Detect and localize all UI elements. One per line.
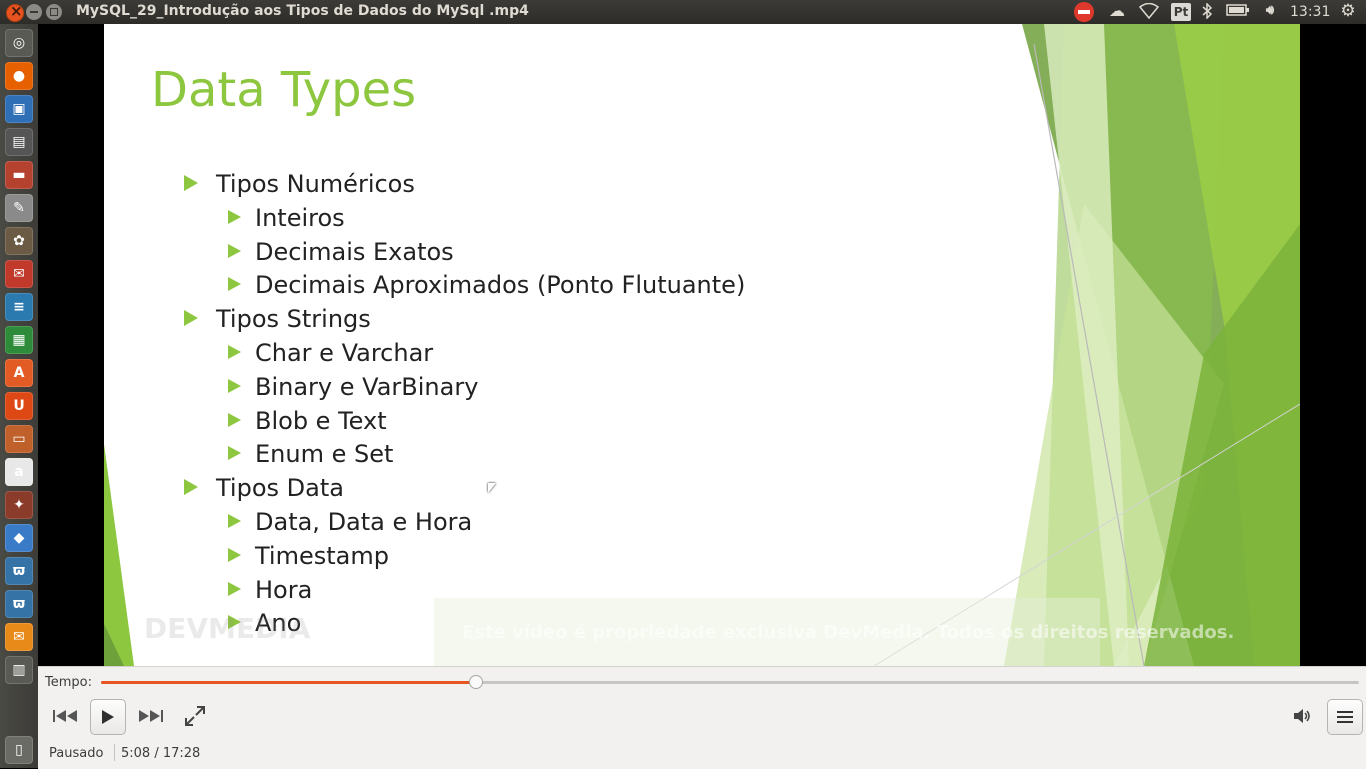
devmedia-watermark-logo: DEVMEDIA — [144, 612, 311, 645]
system-settings-icon[interactable]: ✦ — [5, 491, 33, 519]
playback-status: Pausado — [49, 746, 104, 761]
bullet-text: Blob e Text — [255, 406, 387, 435]
video-area[interactable]: Data Types Tipos Numéricos Inteiros Decima… — [38, 24, 1366, 666]
bullet-level2: Binary e VarBinary — [228, 373, 478, 401]
bullet-arrow-icon — [228, 446, 241, 461]
bullet-arrow-icon — [228, 514, 241, 528]
cloud-icon[interactable]: ☁ — [1106, 1, 1128, 20]
fullscreen-icon[interactable] — [178, 699, 212, 733]
slide: Data Types Tipos Numéricos Inteiros Decima… — [104, 24, 1300, 666]
copyright-watermark: Este vídeo é propriedade exclusiva DevMe… — [462, 622, 1235, 643]
bullet-text: Char e Varchar — [255, 339, 434, 367]
volume-button[interactable] — [1285, 699, 1319, 733]
window-maximize-button[interactable] — [46, 4, 62, 20]
window-close-button[interactable] — [6, 2, 24, 22]
workspace-switcher-icon[interactable]: ▥ — [5, 656, 33, 684]
bullet-arrow-icon — [184, 310, 198, 327]
archive-manager-icon[interactable]: ▬ — [5, 161, 33, 189]
bullet-level1: Tipos Data — [184, 474, 344, 502]
play-button[interactable] — [90, 699, 126, 735]
top-panel: MySQL_29_Introdução aos Tipos de Dados d… — [0, 0, 1366, 24]
volume-icon[interactable]: 🔊︎ — [1259, 3, 1281, 21]
bullet-text: Hora — [255, 575, 313, 604]
bullet-arrow-icon — [228, 345, 241, 359]
writer-icon[interactable]: ≡ — [5, 293, 33, 321]
firefox-icon[interactable]: ● — [5, 62, 33, 90]
menu-button[interactable] — [1327, 699, 1363, 735]
session-gear-icon[interactable]: ⚙ — [1337, 1, 1359, 21]
bullet-level2: Char e Varchar — [228, 339, 433, 367]
python-icon[interactable]: ϖ — [5, 557, 33, 585]
bullet-arrow-icon — [228, 243, 241, 258]
clock[interactable]: 13:31 — [1290, 4, 1330, 22]
bullet-arrow-icon — [228, 277, 241, 292]
bullet-level2: Data, Data e Hora — [228, 508, 472, 536]
cube-app-icon[interactable]: ◆ — [5, 524, 33, 552]
bullet-arrow-icon — [228, 547, 241, 562]
ubuntu-one-icon[interactable]: U — [5, 392, 33, 420]
bullet-text: Timestamp — [255, 541, 389, 570]
window-title: MySQL_29_Introdução aos Tipos de Dados d… — [76, 3, 529, 19]
bullet-text: Data, Data e Hora — [255, 508, 473, 536]
player-controls: Tempo: Pausado 5:08 / 17:28 — [38, 666, 1366, 769]
bullet-arrow-icon — [228, 581, 241, 596]
bullet-level2: Inteiros — [228, 204, 345, 232]
playback-time: 5:08 / 17:28 — [121, 746, 201, 761]
bullet-arrow-icon — [184, 479, 198, 496]
mail-icon[interactable]: ✉ — [5, 623, 33, 651]
bullet-text: Binary e VarBinary — [255, 372, 479, 401]
bullet-level2: Timestamp — [228, 542, 389, 570]
bullet-level2: Blob e Text — [228, 407, 387, 435]
pdf-viewer-icon[interactable]: ✉ — [5, 260, 33, 288]
bullet-text: Tipos Data — [216, 474, 344, 503]
dash-home-icon[interactable]: ◎ — [5, 29, 33, 57]
text-editor-icon[interactable]: ✎ — [5, 194, 33, 222]
previous-button[interactable] — [48, 699, 82, 733]
bullet-level1: Tipos Numéricos — [184, 170, 415, 198]
slide-title: Data Types — [151, 62, 417, 118]
bullet-arrow-icon — [228, 412, 241, 427]
bullet-level2: Hora — [228, 576, 312, 604]
trash-icon[interactable]: ▯ — [5, 736, 33, 764]
impress-icon[interactable]: ▭ — [5, 425, 33, 453]
amazon-icon[interactable]: a — [5, 458, 33, 486]
wifi-icon[interactable] — [1138, 2, 1160, 21]
next-button[interactable] — [134, 699, 168, 733]
bullet-text: Decimais Exatos — [255, 237, 454, 266]
seek-handle[interactable] — [468, 675, 483, 689]
tempo-label: Tempo: — [45, 675, 92, 690]
calc-icon[interactable]: ▦ — [5, 326, 33, 354]
bullet-level2: Decimais Exatos — [228, 238, 454, 266]
video-editor-icon[interactable]: ▤ — [5, 128, 33, 156]
software-center-icon[interactable]: A — [5, 359, 33, 387]
bluetooth-icon[interactable] — [1199, 2, 1215, 21]
seek-bar[interactable] — [101, 675, 1359, 689]
bullet-level2: Decimais Aproximados (Ponto Flutuante) — [228, 271, 745, 299]
bullet-text: Inteiros — [255, 203, 345, 232]
bullet-text: Enum e Set — [255, 440, 394, 469]
keyboard-layout-indicator[interactable]: Pt — [1171, 3, 1191, 21]
stop-sign-icon[interactable] — [1074, 2, 1094, 22]
launcher: ◎ ● ▣ ▤ ▬ ✎ ✿ ✉ ≡ ▦ A U ▭ a ✦ ◆ ϖ ϖ ✉ ▥ ▯ — [0, 24, 39, 768]
gimp-icon[interactable]: ✿ — [5, 227, 33, 255]
battery-icon[interactable] — [1226, 3, 1250, 21]
bullet-arrow-icon — [228, 378, 241, 393]
bullet-text: Decimais Aproximados (Ponto Flutuante) — [255, 271, 746, 300]
python-icon-2[interactable]: ϖ — [5, 590, 33, 618]
bullet-arrow-icon — [228, 209, 241, 224]
bullet-text: Tipos Strings — [216, 305, 371, 334]
virtualbox-icon[interactable]: ▣ — [5, 95, 33, 123]
window-minimize-button[interactable] — [26, 4, 42, 20]
bullet-text: Tipos Numéricos — [216, 170, 415, 198]
seek-progress — [101, 681, 476, 684]
bullet-level1: Tipos Strings — [184, 305, 371, 333]
status-divider — [114, 744, 115, 761]
bullet-level2: Enum e Set — [228, 440, 393, 468]
mouse-pointer-icon — [488, 483, 496, 493]
bullet-arrow-icon — [184, 175, 198, 191]
